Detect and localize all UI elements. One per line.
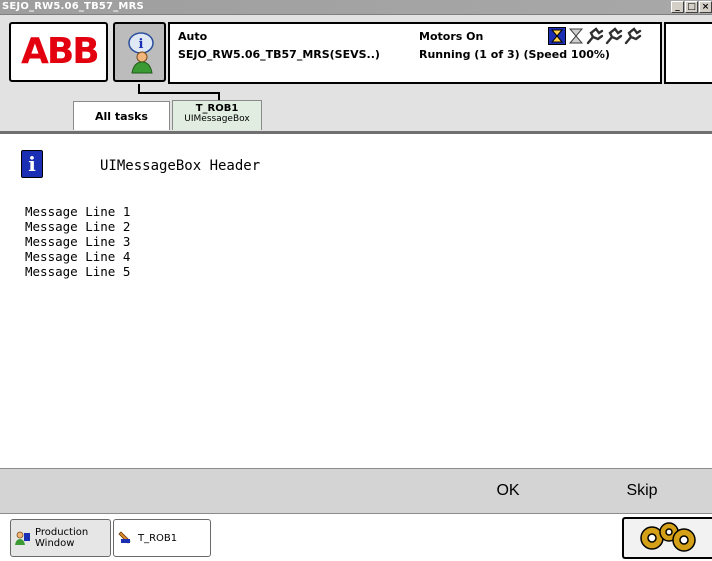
message-line: Message Line 3 (25, 234, 131, 249)
mechanical-unit-icon (586, 27, 604, 45)
production-window-icon (15, 531, 30, 545)
message-box: i UIMessageBox Header Message Line 1 Mes… (0, 134, 712, 468)
window-title: SEJO_RW5.06_TB57_MRS (2, 1, 144, 12)
window-titlebar: SEJO_RW5.06_TB57_MRS _ □ × (0, 0, 712, 15)
tab-task-subtitle: UIMessageBox (184, 114, 250, 124)
message-line: Message Line 2 (25, 219, 131, 234)
operating-mode: Auto (178, 30, 208, 43)
production-window-label: Production Window (35, 527, 88, 549)
motors-state: Motors On (419, 30, 484, 43)
t-rob1-label: T_ROB1 (138, 532, 178, 544)
info-icon: i (21, 150, 43, 178)
flexpendant-header: ABB i Auto SEJO_RW5.06_TB57_MRS(SEVS..) … (0, 15, 712, 133)
message-line: Message Line 4 (25, 249, 131, 264)
message-header: UIMessageBox Header (100, 158, 261, 174)
tab-task-name: T_ROB1 (195, 103, 239, 114)
program-run-state: Running (1 of 3) (Speed 100%) (419, 48, 610, 61)
message-lines: Message Line 1 Message Line 2 Message Li… (25, 204, 130, 279)
taskbar-t-rob1[interactable]: T_ROB1 (113, 519, 211, 557)
mechanical-unit-icon (605, 27, 623, 45)
tab-t-rob1[interactable]: T_ROB1 UIMessageBox (172, 100, 262, 130)
system-name: SEJO_RW5.06_TB57_MRS(SEVS..) (178, 48, 380, 61)
svg-text:i: i (138, 37, 143, 52)
program-editor-icon (118, 531, 131, 544)
gears-icon (640, 522, 696, 552)
taskbar-production-window[interactable]: Production Window (10, 519, 111, 557)
window-controls: _ □ × (671, 1, 712, 13)
command-bar: OK Skip (0, 468, 712, 514)
close-button[interactable]: × (699, 1, 712, 13)
mechanical-unit-icon (624, 27, 642, 45)
tab-all-tasks[interactable]: All tasks (73, 101, 170, 130)
abb-menu-button[interactable]: ABB (9, 22, 108, 82)
maximize-button[interactable]: □ (685, 1, 698, 13)
hourglass-icon (548, 27, 566, 45)
abb-logo: ABB (21, 31, 100, 72)
event-log-icon: i (127, 32, 154, 74)
tab-connector (138, 92, 220, 94)
quickset-button[interactable] (622, 517, 712, 559)
message-line: Message Line 5 (25, 264, 131, 279)
production-window-label-line2: Window (35, 538, 75, 549)
production-window-label-line1: Production (35, 527, 89, 538)
event-log-button[interactable]: i (113, 22, 166, 82)
ok-button[interactable]: OK (456, 469, 560, 513)
taskbar: Production Window T_ROB1 (0, 515, 712, 561)
tab-connector (218, 92, 220, 100)
close-view-button[interactable] (664, 22, 712, 84)
status-bar[interactable]: Auto SEJO_RW5.06_TB57_MRS(SEVS..) Motors… (168, 22, 662, 84)
minimize-button[interactable]: _ (671, 1, 684, 13)
skip-button[interactable]: Skip (590, 469, 694, 513)
hourglass-icon (568, 28, 584, 44)
task-status-icons (548, 27, 642, 45)
message-line: Message Line 1 (25, 204, 131, 219)
